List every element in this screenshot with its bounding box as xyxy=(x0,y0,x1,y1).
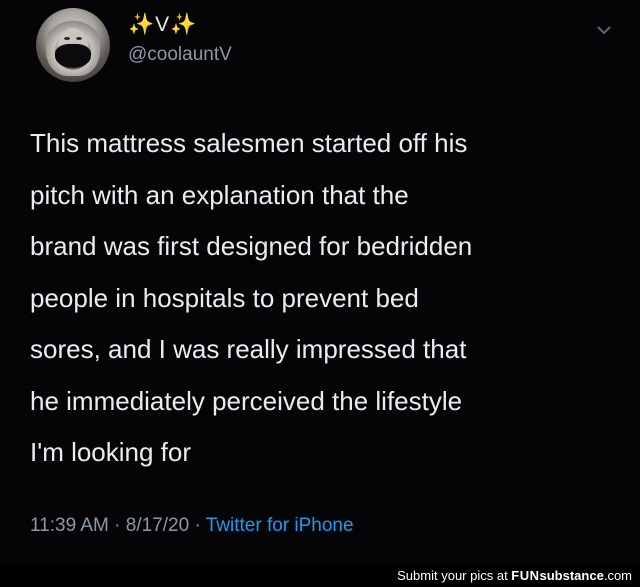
tweet-text-line: brand was first designed for bedridden xyxy=(30,231,473,261)
tweet-text-line: he immediately perceived the lifestyle xyxy=(30,385,463,416)
tweet-text-line: people in hospitals to prevent bed xyxy=(30,282,419,313)
tweet-text-line: This mattress salesmen started off his xyxy=(30,128,468,158)
chevron-down-icon[interactable] xyxy=(596,24,612,36)
avatar-eye-right xyxy=(76,37,82,40)
avatar-face-mask xyxy=(55,44,91,68)
watermark-text[interactable]: Submit your pics at FUNsubstance.com xyxy=(397,568,632,583)
user-handle[interactable]: @coolauntV xyxy=(128,44,232,66)
tweet-meta: 11:39 AM · 8/17/20 · Twitter for iPhone xyxy=(30,515,354,537)
watermark-suffix: .com xyxy=(603,568,632,583)
tweet-source-link[interactable]: Twitter for iPhone xyxy=(206,515,354,536)
tweet-text-line: pitch with an explanation that the xyxy=(30,179,409,210)
watermark-brand-fun: FUN xyxy=(511,568,540,583)
tweet-text-line: sores, and I was really impressed that xyxy=(30,334,467,364)
meta-separator: · xyxy=(194,515,201,536)
avatar-eye-left xyxy=(64,37,70,40)
tweet-text-line: I'm looking for xyxy=(30,437,192,467)
tweet-date[interactable]: 8/17/20 xyxy=(126,515,189,536)
meta-separator: · xyxy=(114,515,121,536)
avatar[interactable] xyxy=(36,8,110,82)
watermark-prefix: Submit your pics at xyxy=(397,568,512,583)
display-name[interactable]: ✨V✨ xyxy=(128,13,197,37)
watermark-bar: Submit your pics at FUNsubstance.com xyxy=(0,565,640,587)
watermark-brand-sub: substance xyxy=(539,568,604,583)
tweet-time[interactable]: 11:39 AM xyxy=(30,515,109,536)
tweet-card: ✨V✨ @coolauntV This mattress salesmen st… xyxy=(0,0,640,565)
tweet-text: This mattress salesmen started off his p… xyxy=(30,118,630,479)
